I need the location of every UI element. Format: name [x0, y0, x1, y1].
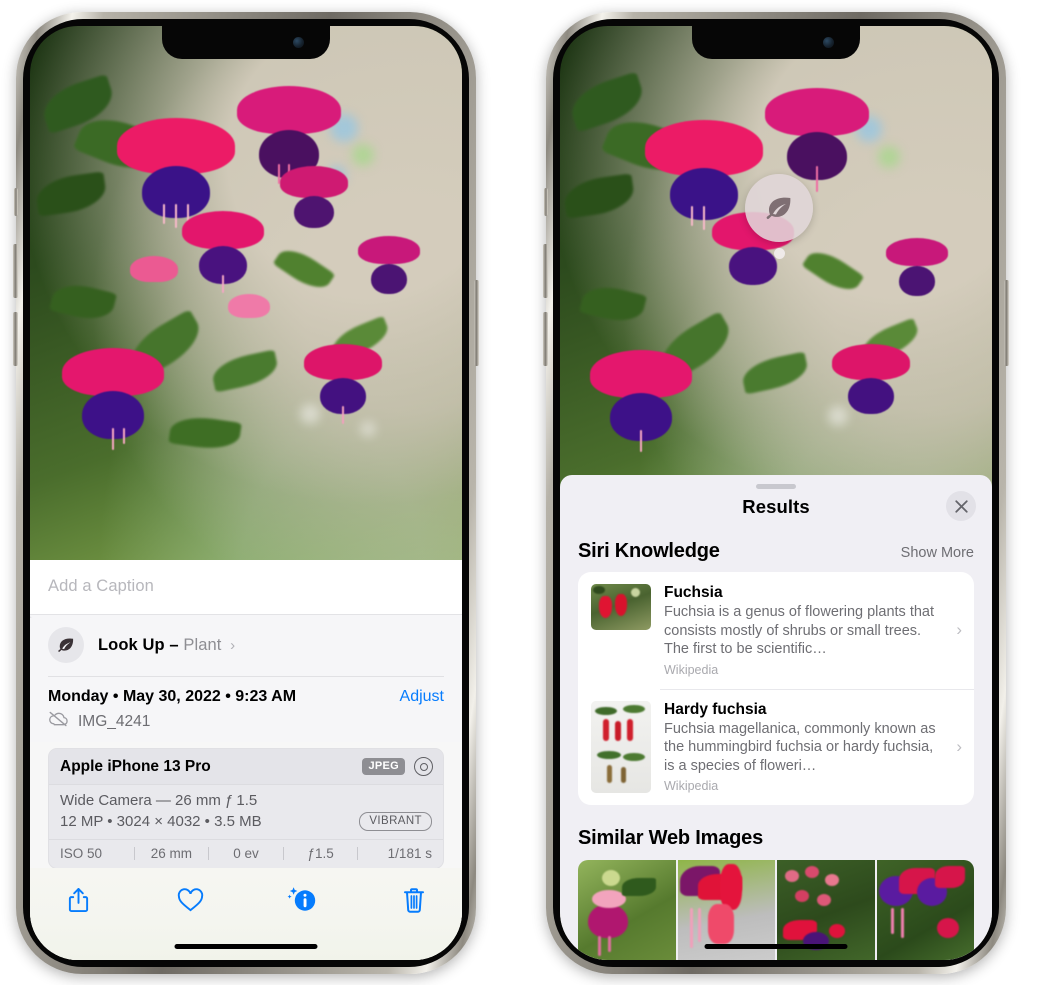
fuchsia-blossom [302, 344, 384, 424]
front-camera-icon [293, 37, 304, 48]
knowledge-card-fuchsia[interactable]: Fuchsia Fuchsia is a genus of flowering … [578, 572, 974, 689]
adjust-button[interactable]: Adjust [400, 688, 444, 706]
look-up-dash: – [169, 635, 179, 654]
exif-body: Wide Camera — 26 mm ƒ 1.5 12 MP • 3024 ×… [49, 785, 443, 840]
fuchsia-blossom [763, 88, 871, 192]
photo-date: Monday • May 30, 2022 • 9:23 AM [48, 688, 297, 705]
photo-info-sheet: Add a Caption ✦ ✦ Look Up – Plant [30, 560, 462, 960]
sparkle-icon: ✦ [30, 611, 33, 627]
home-indicator[interactable] [704, 944, 848, 949]
siri-knowledge-header: Siri Knowledge Show More [560, 518, 992, 572]
image-size-info: 12 MP • 3024 × 4032 • 3.5 MB [60, 813, 262, 830]
volume-up-button[interactable] [13, 244, 18, 298]
knowledge-card-hardy-fuchsia[interactable]: Hardy fuchsia Fuchsia magellanica, commo… [578, 688, 974, 806]
knowledge-card-description: Fuchsia magellanica, commonly known as t… [664, 720, 936, 774]
iphone-left: Add a Caption ✦ ✦ Look Up – Plant [13, 12, 479, 974]
siri-knowledge-title: Siri Knowledge [578, 540, 720, 562]
chevron-right-icon: › [956, 620, 962, 640]
exif-stat-focal: 26 mm [150, 846, 193, 861]
knowledge-card-title: Hardy fuchsia [664, 700, 767, 718]
knowledge-card-source: Wikipedia [664, 779, 719, 794]
visual-lookup-badge-dot [774, 248, 785, 259]
fuchsia-blossom [60, 348, 166, 450]
chevron-right-icon: › [230, 636, 236, 654]
camera-device-name: Apple iPhone 13 Pro [60, 757, 211, 775]
leaf-icon [48, 627, 84, 663]
exif-stat-aperture: ƒ1.5 [307, 846, 334, 861]
favorite-button[interactable] [170, 882, 210, 918]
phone-screen-right: Results Siri Knowledge Show More Fuchsia… [560, 26, 992, 960]
divider [48, 676, 444, 677]
mute-switch[interactable] [14, 188, 18, 216]
look-up-subject: Plant [183, 635, 222, 654]
power-button[interactable] [474, 280, 479, 366]
show-more-button[interactable]: Show More [901, 545, 974, 561]
volume-up-button[interactable] [543, 244, 548, 298]
fuchsia-blossom [180, 211, 266, 293]
delete-button[interactable] [394, 882, 434, 918]
power-button[interactable] [1004, 280, 1009, 366]
fuchsia-bud [128, 256, 180, 304]
cloud-slash-icon [48, 711, 69, 732]
fuchsia-blossom [588, 350, 694, 452]
results-title: Results [742, 496, 810, 517]
exif-stat-iso: ISO 50 [60, 846, 103, 861]
share-button[interactable] [58, 882, 98, 918]
exif-card[interactable]: Apple iPhone 13 Pro JPEG Wide Camera — 2… [48, 748, 444, 869]
exif-header: Apple iPhone 13 Pro JPEG [49, 749, 443, 785]
fuchsia-blossom [278, 166, 350, 232]
phone-screen-left: Add a Caption ✦ ✦ Look Up – Plant [30, 26, 462, 960]
knowledge-card-description: Fuchsia is a genus of flowering plants t… [664, 604, 935, 658]
look-up-label: Look Up – Plant › [98, 636, 235, 655]
fuchsia-blossom [356, 236, 422, 296]
volume-down-button[interactable] [543, 312, 548, 366]
screenshot-stage: Add a Caption ✦ ✦ Look Up – Plant [0, 0, 1055, 985]
look-up-title: Look Up [98, 635, 165, 654]
results-sheet: Results Siri Knowledge Show More Fuchsia… [560, 475, 992, 960]
knowledge-card-title: Fuchsia [664, 584, 723, 601]
visual-lookup-leaf-badge[interactable] [745, 174, 813, 242]
fuchsia-blossom [884, 238, 950, 298]
format-badge: JPEG [362, 758, 405, 775]
chevron-right-icon: › [956, 736, 962, 756]
similar-image-4[interactable] [876, 860, 974, 960]
similar-web-images-title: Similar Web Images [578, 827, 763, 850]
fuchsia-blossom [116, 118, 236, 228]
siri-knowledge-cards: Fuchsia Fuchsia is a genus of flowering … [578, 572, 974, 806]
close-icon[interactable] [946, 491, 976, 521]
info-button[interactable] [282, 882, 322, 918]
home-indicator[interactable] [174, 944, 318, 949]
fuchsia-wide-thumbnail [591, 584, 651, 630]
notch [162, 26, 330, 59]
bokeh [352, 144, 374, 166]
photographic-style-badge: VIBRANT [359, 812, 432, 831]
iphone-right: Results Siri Knowledge Show More Fuchsia… [543, 12, 1009, 974]
bokeh [878, 146, 900, 168]
caption-placeholder: Add a Caption [48, 577, 154, 595]
exif-stat-ev: 0 ev [233, 846, 259, 861]
fuchsia-blossom [830, 344, 912, 418]
aperture-icon [414, 757, 433, 776]
notch [692, 26, 860, 59]
photo-filename: IMG_4241 [78, 712, 151, 730]
similar-image-1[interactable] [578, 860, 676, 960]
front-camera-icon [823, 37, 834, 48]
results-header: Results [560, 489, 992, 521]
bokeh [360, 421, 376, 437]
exif-stat-shutter: 1/181 s [387, 846, 432, 861]
caption-input[interactable]: Add a Caption [30, 560, 462, 614]
hardy-fuchsia-tall-thumbnail [591, 700, 651, 793]
fuchsia-bud [226, 294, 272, 336]
volume-down-button[interactable] [13, 312, 18, 366]
look-up-row[interactable]: ✦ ✦ Look Up – Plant › [30, 611, 462, 676]
photo-metadata: Monday • May 30, 2022 • 9:23 AM Adjust I… [30, 676, 462, 742]
lens-info: Wide Camera — 26 mm ƒ 1.5 [60, 792, 258, 809]
mute-switch[interactable] [544, 188, 548, 216]
knowledge-card-source: Wikipedia [664, 662, 719, 677]
similar-web-images-header: Similar Web Images [560, 805, 992, 860]
exif-stats: ISO 50 26 mm 0 ev ƒ1.5 1/181 s [49, 840, 443, 868]
